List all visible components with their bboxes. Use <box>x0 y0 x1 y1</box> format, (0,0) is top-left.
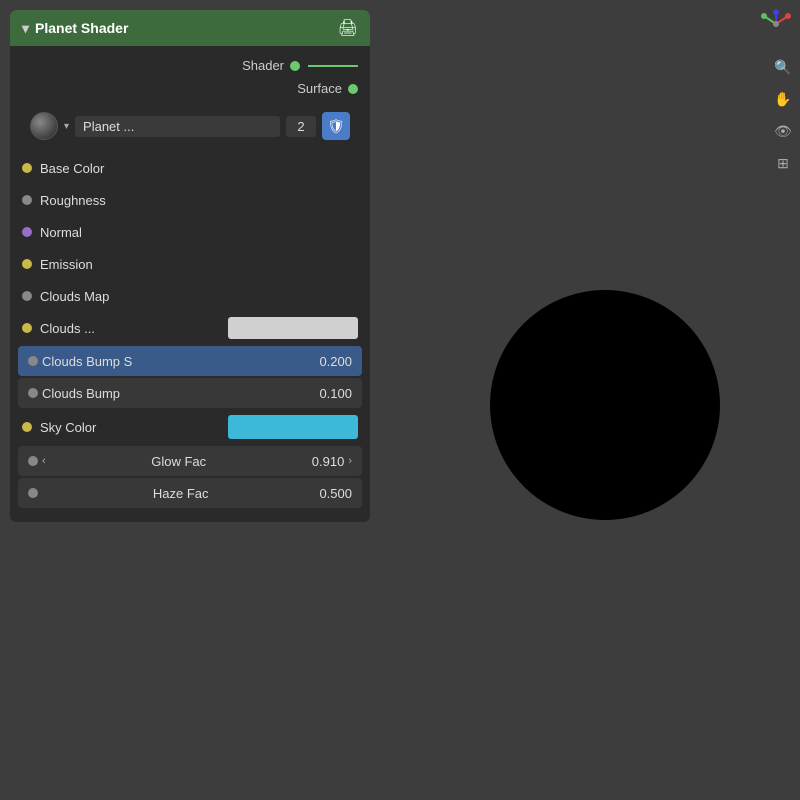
axes-widget <box>760 8 792 43</box>
right-toolbar: 🔍 ✋ 👁 ⊞ <box>771 55 795 175</box>
glow-fac-value: 0.910 <box>312 454 345 469</box>
clouds-bump-label: Clouds Bump <box>42 386 319 401</box>
roughness-row: Roughness <box>10 184 370 216</box>
clouds-color-row: Clouds ... <box>10 312 370 344</box>
normal-row: Normal <box>10 216 370 248</box>
camera-toolbar-icon[interactable]: 👁 <box>771 119 795 143</box>
base-color-label: Base Color <box>40 161 358 176</box>
sky-color-label: Sky Color <box>40 420 220 435</box>
shader-label: Shader <box>242 58 284 73</box>
clouds-bump-s-slider[interactable]: Clouds Bump S 0.200 <box>18 346 362 376</box>
clouds-bump-dot <box>28 388 38 398</box>
planet-preview <box>490 290 720 520</box>
clouds-bump-value: 0.100 <box>319 386 352 401</box>
panel-title: Planet Shader <box>35 20 128 36</box>
sky-color-row: Sky Color <box>10 410 370 444</box>
clouds-label: Clouds ... <box>40 321 220 336</box>
shader-dot[interactable] <box>290 61 300 71</box>
material-shield-button[interactable]: 🛡 <box>322 112 350 140</box>
material-name[interactable]: Planet ... <box>75 116 280 137</box>
shader-output-row: Shader <box>10 54 370 77</box>
clouds-map-row: Clouds Map <box>10 280 370 312</box>
emission-dot[interactable] <box>22 259 32 269</box>
normal-label: Normal <box>40 225 358 240</box>
planet-shader-panel: ▾ Planet Shader 🖨 Shader Surface ▾ Plane… <box>10 10 370 522</box>
haze-fac-row[interactable]: Haze Fac 0.500 <box>18 478 362 508</box>
roughness-label: Roughness <box>40 193 358 208</box>
clouds-bump-s-value: 0.200 <box>319 354 352 369</box>
roughness-dot[interactable] <box>22 195 32 205</box>
clouds-bump-slider[interactable]: Clouds Bump 0.100 <box>18 378 362 408</box>
material-sphere-icon[interactable] <box>30 112 58 140</box>
haze-dot <box>28 488 38 498</box>
emission-row: Emission <box>10 248 370 280</box>
material-number[interactable]: 2 <box>286 116 316 137</box>
panel-body: Shader Surface ▾ Planet ... 2 🛡 Base Col… <box>10 46 370 522</box>
clouds-map-label: Clouds Map <box>40 289 358 304</box>
hand-toolbar-icon[interactable]: ✋ <box>771 87 795 111</box>
clouds-bump-s-dot <box>28 356 38 366</box>
sky-color-swatch[interactable] <box>228 415 358 439</box>
glow-fac-row[interactable]: ‹ Glow Fac 0.910 › <box>18 446 362 476</box>
clouds-color-swatch[interactable] <box>228 317 358 339</box>
haze-fac-value: 0.500 <box>319 486 352 501</box>
clouds-dot[interactable] <box>22 323 32 333</box>
glow-fac-label: Glow Fac <box>46 454 312 469</box>
base-color-row: Base Color <box>10 152 370 184</box>
surface-label: Surface <box>297 81 342 96</box>
clouds-bump-s-label: Clouds Bump S <box>42 354 319 369</box>
emission-label: Emission <box>40 257 358 272</box>
surface-dot[interactable] <box>348 84 358 94</box>
grid-toolbar-icon[interactable]: ⊞ <box>771 151 795 175</box>
normal-dot[interactable] <box>22 227 32 237</box>
panel-expand-arrow[interactable]: ▾ <box>22 20 29 37</box>
clouds-map-dot[interactable] <box>22 291 32 301</box>
glow-dot <box>28 456 38 466</box>
material-row: ▾ Planet ... 2 🛡 <box>18 104 362 148</box>
panel-header-left: ▾ Planet Shader <box>22 20 128 37</box>
haze-fac-label: Haze Fac <box>42 486 319 501</box>
shader-line <box>308 65 358 67</box>
surface-output-row: Surface <box>10 77 370 100</box>
material-dropdown-arrow[interactable]: ▾ <box>64 121 69 132</box>
sky-color-dot[interactable] <box>22 422 32 432</box>
search-toolbar-icon[interactable]: 🔍 <box>771 55 795 79</box>
base-color-dot[interactable] <box>22 163 32 173</box>
glow-increment-arrow[interactable]: › <box>348 455 352 467</box>
panel-header[interactable]: ▾ Planet Shader 🖨 <box>10 10 370 46</box>
panel-header-icon: 🖨 <box>338 18 358 38</box>
